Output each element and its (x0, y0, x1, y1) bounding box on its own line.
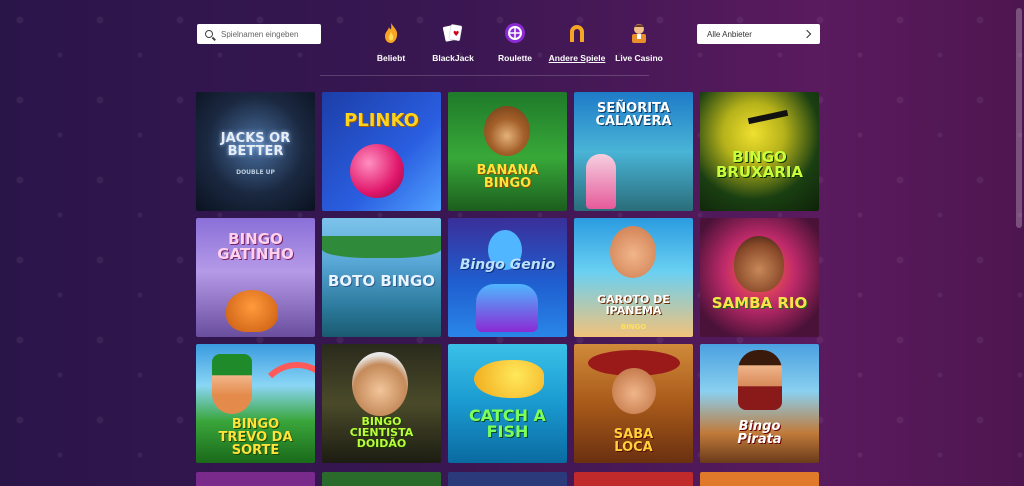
game-tile[interactable]: BINGO BRUXARIA (700, 92, 819, 211)
search-box[interactable] (197, 24, 321, 44)
game-tile[interactable]: JACKS OR BETTER DOUBLE UP (196, 92, 315, 211)
game-title: BANANA BINGO (476, 163, 539, 191)
dealer-icon (628, 22, 650, 44)
category-andere-spiele[interactable]: Andere Spiele (546, 22, 608, 63)
game-title: BINGO TREVO DA SORTE (218, 417, 293, 458)
game-subtitle: BINGO (620, 323, 647, 331)
search-icon (205, 30, 213, 38)
cards-icon: ♥ (442, 22, 464, 44)
game-title: BOTO BINGO (327, 272, 436, 290)
cat-image (226, 290, 278, 332)
game-tile-partial[interactable] (700, 472, 819, 486)
monkey-image (484, 106, 530, 156)
game-tile[interactable]: PLINKO (322, 92, 441, 211)
category-live-casino[interactable]: Live Casino (608, 22, 670, 63)
game-title: Bingo Genio (459, 257, 556, 273)
game-tile-partial[interactable] (322, 472, 441, 486)
scientist-image (352, 352, 408, 416)
game-title: GAROTO DE IPANEMA (597, 293, 670, 317)
category-beliebt[interactable]: Beliebt (360, 22, 422, 63)
svg-text:♥: ♥ (453, 30, 459, 38)
game-grid: JACKS OR BETTER DOUBLE UP PLINKO BANANA … (196, 92, 819, 463)
divider (320, 75, 649, 76)
rainbow (256, 362, 315, 414)
game-tile[interactable]: GAROTO DE IPANEMA BINGO (574, 218, 693, 337)
game-tile[interactable]: BINGO CIENTISTA DOIDÃO (322, 344, 441, 463)
category-label: Live Casino (615, 53, 663, 63)
category-roulette[interactable]: Roulette (484, 22, 546, 63)
genie-body (476, 284, 538, 332)
game-tile[interactable]: Bingo Genio (448, 218, 567, 337)
game-tile[interactable]: Bingo Pirata (700, 344, 819, 463)
game-tile-partial[interactable] (574, 472, 693, 486)
game-tile[interactable]: BINGO TREVO DA SORTE (196, 344, 315, 463)
search-input[interactable] (219, 28, 318, 40)
chevron-right-icon (802, 29, 812, 39)
game-tile[interactable]: BINGO GATINHO (196, 218, 315, 337)
category-label: Andere Spiele (548, 53, 606, 63)
game-title: PLINKO (344, 110, 419, 131)
game-title: JACKS OR BETTER (220, 131, 291, 159)
trees-strip (322, 236, 441, 258)
game-title: BINGO CIENTISTA DOIDÃO (349, 415, 414, 450)
scrollbar[interactable] (1016, 8, 1022, 478)
provider-dropdown[interactable]: Alle Anbieter (697, 24, 820, 44)
category-label: Roulette (498, 53, 532, 63)
game-title: Bingo Pirata (737, 419, 782, 447)
game-tile[interactable]: BANANA BINGO (448, 92, 567, 211)
flame-icon (380, 22, 402, 44)
game-tile[interactable]: SABA LOCA (574, 344, 693, 463)
dancer-image (734, 236, 784, 292)
bandit-face (612, 368, 656, 414)
game-subtitle: DOUBLE UP (236, 169, 275, 176)
provider-label: Alle Anbieter (707, 29, 752, 39)
game-title: BINGO BRUXARIA (715, 148, 804, 181)
game-tile-partial[interactable] (196, 472, 315, 486)
game-title: SAMBA RIO (711, 294, 808, 312)
game-title: CATCH A FISH (469, 406, 546, 441)
witch-silhouette (747, 109, 789, 125)
game-tile[interactable]: SAMBA RIO (700, 218, 819, 337)
next-row-preview (196, 472, 819, 486)
category-blackjack[interactable]: ♥ BlackJack (422, 22, 484, 63)
game-tile-partial[interactable] (448, 472, 567, 486)
category-nav: Beliebt ♥ BlackJack Roulette Andere Spie… (360, 22, 670, 63)
senorita-figure (586, 154, 616, 209)
leprechaun-image (212, 354, 252, 414)
sailor-image (610, 226, 656, 278)
category-label: BlackJack (432, 53, 474, 63)
roulette-icon (504, 22, 526, 44)
pirate-image (738, 350, 782, 410)
category-label: Beliebt (376, 53, 406, 63)
plinko-ball (350, 144, 404, 198)
scrollbar-thumb[interactable] (1016, 8, 1022, 228)
game-tile[interactable]: CATCH A FISH (448, 344, 567, 463)
game-title: BINGO GATINHO (217, 230, 294, 263)
game-tile[interactable]: SEÑORITA CALAVERA (574, 92, 693, 211)
game-title: SABA LOCA (613, 427, 654, 455)
fish-image (474, 360, 544, 398)
game-tile[interactable]: BOTO BINGO (322, 218, 441, 337)
horseshoe-icon (566, 22, 588, 44)
game-title: SEÑORITA CALAVERA (595, 101, 672, 129)
